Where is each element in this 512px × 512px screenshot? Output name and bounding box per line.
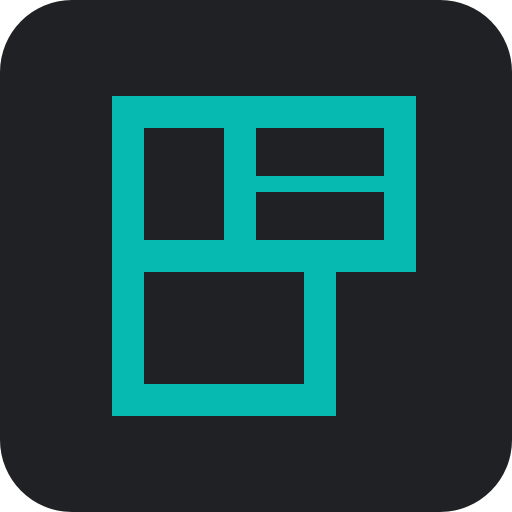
icon-canvas [0, 0, 512, 512]
layout-grid-icon [112, 96, 416, 416]
layout-outline-shape [112, 96, 416, 416]
app-icon-tile[interactable] [0, 0, 512, 512]
